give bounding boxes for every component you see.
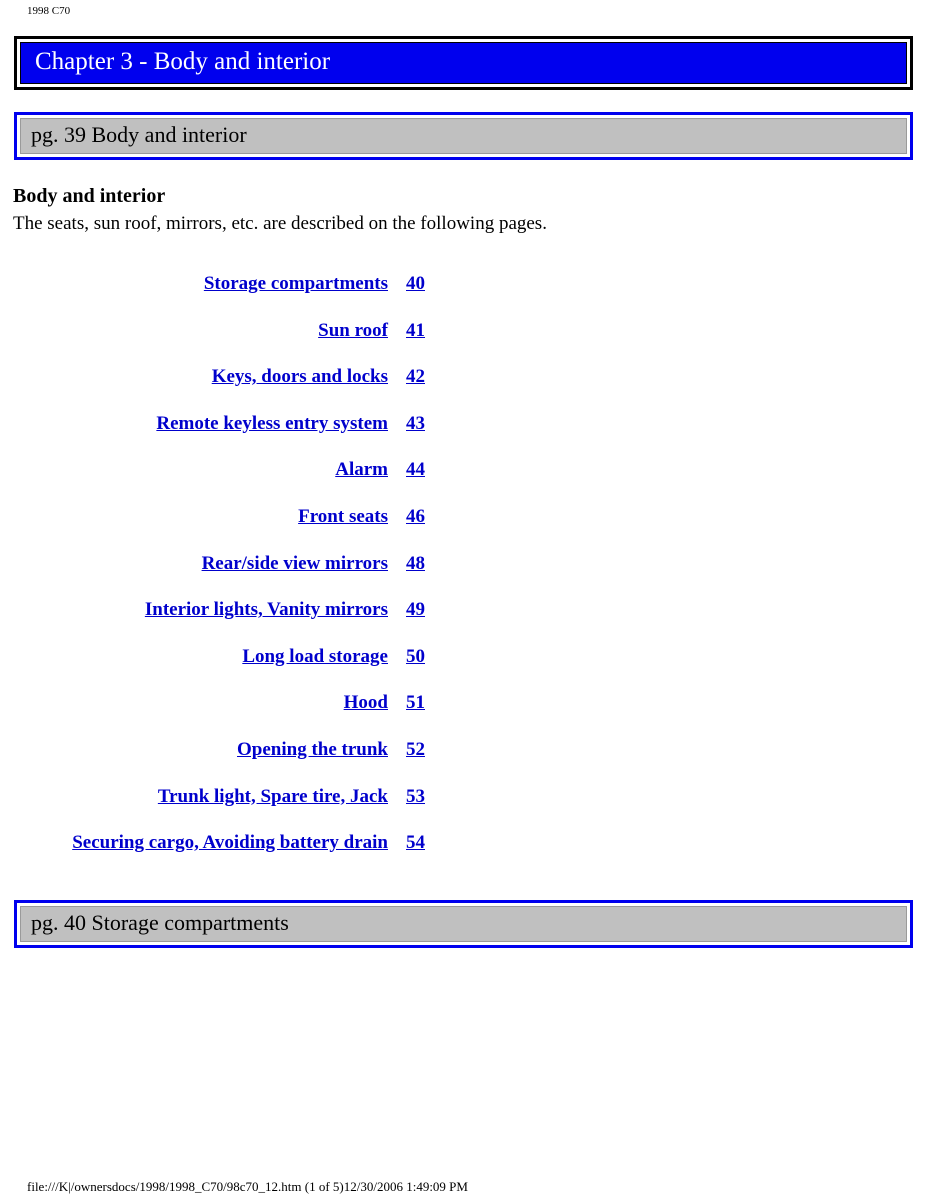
- toc-entry-page-cell: 53: [406, 786, 425, 808]
- toc-link-title[interactable]: Opening the trunk: [237, 739, 388, 760]
- toc-link-page[interactable]: 52: [406, 739, 425, 760]
- toc-entry-page-cell: 50: [406, 646, 425, 668]
- toc-entry-page-cell: 43: [406, 413, 425, 435]
- toc-entry-page-cell: 42: [406, 366, 425, 388]
- toc-entry-title-cell: Front seats: [0, 506, 388, 528]
- toc-entry-page-cell: 40: [406, 273, 425, 295]
- toc-link-title[interactable]: Sun roof: [318, 320, 388, 341]
- toc-link-page[interactable]: 43: [406, 413, 425, 434]
- toc-entry-page-cell: 41: [406, 320, 425, 342]
- toc-entry: Opening the trunk 52: [0, 739, 470, 786]
- section-intro-text: The seats, sun roof, mirrors, etc. are d…: [13, 213, 547, 234]
- toc-link-page[interactable]: 54: [406, 832, 425, 853]
- toc-entry-page-cell: 51: [406, 692, 425, 714]
- page-marker-top: pg. 39 Body and interior: [14, 112, 913, 160]
- running-head: 1998 C70: [27, 5, 71, 17]
- toc-link-title[interactable]: Alarm: [335, 459, 388, 480]
- chapter-banner: Chapter 3 - Body and interior: [14, 36, 913, 90]
- toc-link-page[interactable]: 41: [406, 320, 425, 341]
- toc-link-title[interactable]: Long load storage: [242, 646, 388, 667]
- toc-entry-title-cell: Keys, doors and locks: [0, 366, 388, 388]
- toc-link-page[interactable]: 48: [406, 553, 425, 574]
- toc-entry: Securing cargo, Avoiding battery drain 5…: [0, 832, 470, 879]
- toc-link-page[interactable]: 50: [406, 646, 425, 667]
- toc-entry: Sun roof 41: [0, 320, 470, 367]
- toc-entry: Keys, doors and locks 42: [0, 366, 470, 413]
- toc-entry: Trunk light, Spare tire, Jack 53: [0, 786, 470, 833]
- toc-entry-title-cell: Securing cargo, Avoiding battery drain: [0, 832, 388, 854]
- footer-file-path: file:///K|/ownersdocs/1998/1998_C70/98c7…: [27, 1179, 468, 1194]
- page-marker-bottom: pg. 40 Storage compartments: [14, 900, 913, 948]
- toc-link-title[interactable]: Storage compartments: [204, 273, 388, 294]
- toc-link-page[interactable]: 42: [406, 366, 425, 387]
- toc-entry: Remote keyless entry system 43: [0, 413, 470, 460]
- toc-entry-page-cell: 52: [406, 739, 425, 761]
- toc-entry-title-cell: Remote keyless entry system: [0, 413, 388, 435]
- toc-link-page[interactable]: 44: [406, 459, 425, 480]
- toc-link-title[interactable]: Interior lights, Vanity mirrors: [145, 599, 388, 620]
- toc-entry-title-cell: Trunk light, Spare tire, Jack: [0, 786, 388, 808]
- table-of-contents: Storage compartments 40 Sun roof 41 Keys…: [0, 273, 470, 879]
- toc-link-page[interactable]: 51: [406, 692, 425, 713]
- section-heading: Body and interior: [13, 185, 166, 207]
- chapter-title: Chapter 3 - Body and interior: [35, 48, 331, 75]
- toc-entry-title-cell: Opening the trunk: [0, 739, 388, 761]
- toc-entry-title-cell: Long load storage: [0, 646, 388, 668]
- toc-entry-title-cell: Alarm: [0, 459, 388, 481]
- toc-link-title[interactable]: Trunk light, Spare tire, Jack: [158, 786, 388, 807]
- page-marker-bottom-fill: pg. 40 Storage compartments: [20, 906, 907, 942]
- toc-entry-title-cell: Rear/side view mirrors: [0, 553, 388, 575]
- toc-link-title[interactable]: Securing cargo, Avoiding battery drain: [72, 832, 388, 853]
- toc-entry: Rear/side view mirrors 48: [0, 553, 470, 600]
- page-marker-bottom-label: pg. 40 Storage compartments: [31, 910, 289, 935]
- toc-entry-page-cell: 46: [406, 506, 425, 528]
- toc-entry-page-cell: 44: [406, 459, 425, 481]
- toc-entry-page-cell: 54: [406, 832, 425, 854]
- toc-entry: Front seats 46: [0, 506, 470, 553]
- toc-entry: Alarm 44: [0, 459, 470, 506]
- toc-link-title[interactable]: Keys, doors and locks: [212, 366, 388, 387]
- page-marker-top-label: pg. 39 Body and interior: [31, 122, 247, 147]
- toc-entry-title-cell: Storage compartments: [0, 273, 388, 295]
- toc-link-page[interactable]: 53: [406, 786, 425, 807]
- chapter-banner-fill: Chapter 3 - Body and interior: [20, 42, 907, 84]
- toc-link-page[interactable]: 46: [406, 506, 425, 527]
- toc-entry: Long load storage 50: [0, 646, 470, 693]
- toc-entry-title-cell: Hood: [0, 692, 388, 714]
- toc-link-page[interactable]: 40: [406, 273, 425, 294]
- toc-link-title[interactable]: Rear/side view mirrors: [202, 553, 388, 574]
- toc-entry-page-cell: 49: [406, 599, 425, 621]
- page-marker-top-fill: pg. 39 Body and interior: [20, 118, 907, 154]
- toc-link-title[interactable]: Hood: [344, 692, 388, 713]
- toc-entry-title-cell: Sun roof: [0, 320, 388, 342]
- toc-entry-title-cell: Interior lights, Vanity mirrors: [0, 599, 388, 621]
- toc-link-page[interactable]: 49: [406, 599, 425, 620]
- toc-link-title[interactable]: Front seats: [298, 506, 388, 527]
- toc-entry-page-cell: 48: [406, 553, 425, 575]
- toc-entry: Storage compartments 40: [0, 273, 470, 320]
- toc-entry: Hood 51: [0, 692, 470, 739]
- toc-link-title[interactable]: Remote keyless entry system: [156, 413, 388, 434]
- toc-entry: Interior lights, Vanity mirrors 49: [0, 599, 470, 646]
